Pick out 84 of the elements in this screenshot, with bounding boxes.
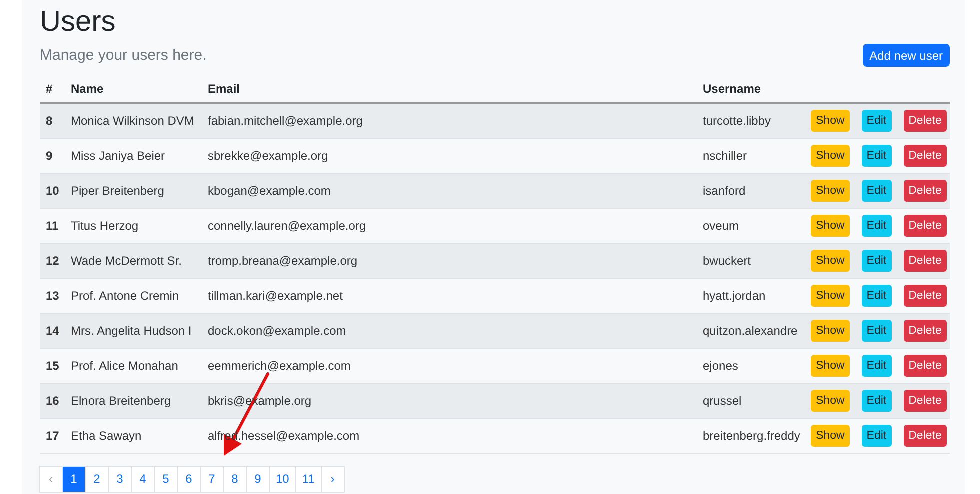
show-button[interactable]: Show	[811, 214, 850, 236]
page-button[interactable]: 1	[62, 466, 86, 492]
show-button[interactable]: Show	[811, 320, 850, 342]
show-button[interactable]: Show	[811, 144, 850, 166]
show-button[interactable]: Show	[811, 180, 850, 202]
name-cell: Etha Sawayn	[65, 418, 202, 453]
page-subtitle: Manage your users here.	[40, 46, 207, 66]
delete-button[interactable]: Delete	[904, 320, 947, 342]
page-button[interactable]: 11	[295, 466, 322, 492]
add-user-button[interactable]: Add new user	[862, 44, 950, 67]
name-cell: Prof. Antone Cremin	[65, 278, 202, 313]
show-button[interactable]: Show	[811, 390, 850, 412]
edit-button[interactable]: Edit	[862, 284, 892, 306]
show-button[interactable]: Show	[811, 424, 850, 446]
username-cell: hyatt.jordan	[697, 278, 805, 313]
page-button[interactable]: 3	[108, 466, 132, 492]
name-cell: Monica Wilkinson DVM	[65, 103, 202, 138]
delete-button[interactable]: Delete	[904, 110, 947, 132]
name-cell: Prof. Alice Monahan	[65, 348, 202, 383]
edit-button[interactable]: Edit	[862, 424, 892, 446]
id-cell: 15	[40, 348, 65, 383]
name-cell: Elnora Breitenberg	[65, 383, 202, 418]
edit-button[interactable]: Edit	[862, 110, 892, 132]
delete-button[interactable]: Delete	[904, 144, 947, 166]
edit-button[interactable]: Edit	[862, 144, 892, 166]
delete-button[interactable]: Delete	[904, 214, 947, 236]
id-cell: 13	[40, 278, 65, 313]
show-button[interactable]: Show	[811, 250, 850, 272]
email-cell: sbrekke@example.org	[202, 138, 697, 173]
email-cell: connelly.lauren@example.org	[202, 208, 697, 243]
username-cell: bwuckert	[697, 243, 805, 278]
username-cell: turcotte.libby	[697, 103, 805, 138]
page-button[interactable]: 5	[154, 466, 178, 492]
username-cell: ejones	[697, 348, 805, 383]
page-button[interactable]: 4	[131, 466, 155, 492]
delete-button[interactable]: Delete	[904, 424, 947, 446]
next-page-button[interactable]: ›	[320, 466, 345, 492]
delete-button[interactable]: Delete	[904, 250, 947, 272]
username-cell: quitzon.alexandre	[697, 313, 805, 348]
edit-button[interactable]: Edit	[862, 390, 892, 412]
id-cell: 16	[40, 383, 65, 418]
edit-button[interactable]: Edit	[862, 214, 892, 236]
edit-button[interactable]: Edit	[862, 250, 892, 272]
username-cell: oveum	[697, 208, 805, 243]
page-title: Users	[40, 5, 116, 40]
id-cell: 9	[40, 138, 65, 173]
page-button[interactable]: 8	[223, 466, 247, 492]
show-button[interactable]: Show	[811, 110, 850, 132]
id-cell: 17	[40, 418, 65, 453]
id-cell: 11	[40, 208, 65, 243]
id-cell: 10	[40, 173, 65, 208]
username-cell: breitenberg.freddy	[697, 418, 805, 453]
name-cell: Mrs. Angelita Hudson I	[65, 313, 202, 348]
edit-button[interactable]: Edit	[862, 354, 892, 376]
email-cell: tillman.kari@example.net	[202, 278, 697, 313]
id-cell: 8	[40, 103, 65, 138]
username-cell: nschiller	[697, 138, 805, 173]
username-cell: qrussel	[697, 383, 805, 418]
name-cell: Wade McDermott Sr.	[65, 243, 202, 278]
page-button[interactable]: 9	[246, 466, 270, 492]
email-cell: kbogan@example.com	[202, 173, 697, 208]
delete-button[interactable]: Delete	[904, 390, 947, 412]
previous-page-button[interactable]: ‹	[39, 466, 63, 492]
delete-button[interactable]: Delete	[904, 284, 947, 306]
show-button[interactable]: Show	[811, 284, 850, 306]
email-cell: tromp.breana@example.org	[202, 243, 697, 278]
edit-button[interactable]: Edit	[862, 320, 892, 342]
id-cell: 12	[40, 243, 65, 278]
delete-button[interactable]: Delete	[904, 354, 947, 376]
page-button[interactable]: 2	[85, 466, 109, 492]
name-cell: Titus Herzog	[65, 208, 202, 243]
id-cell: 14	[40, 313, 65, 348]
delete-button[interactable]: Delete	[904, 180, 947, 202]
email-cell: fabian.mitchell@example.org	[202, 103, 697, 138]
username-cell: isanford	[697, 173, 805, 208]
show-button[interactable]: Show	[811, 354, 850, 376]
name-cell: Piper Breitenberg	[65, 173, 202, 208]
name-cell: Miss Janiya Beier	[65, 138, 202, 173]
page-button[interactable]: 7	[200, 466, 224, 492]
email-cell: eemmerich@example.com	[202, 348, 697, 383]
page-button[interactable]: 6	[177, 466, 201, 492]
email-cell: dock.okon@example.com	[202, 313, 697, 348]
edit-button[interactable]: Edit	[862, 180, 892, 202]
page-button[interactable]: 10	[269, 466, 296, 492]
